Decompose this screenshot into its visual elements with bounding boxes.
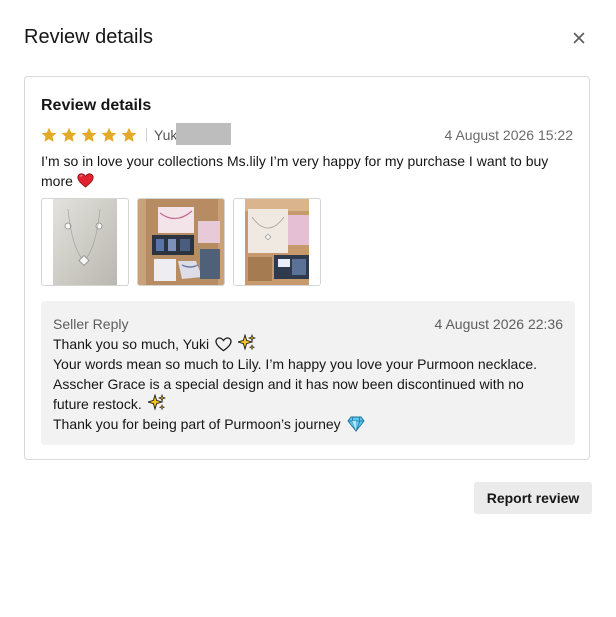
package-box-photo bbox=[138, 199, 224, 285]
close-icon bbox=[573, 32, 585, 44]
sparkles-icon bbox=[147, 394, 166, 411]
report-review-button[interactable]: Report review bbox=[474, 482, 592, 514]
seller-reply-line: Thank you for being part of Purmoon’s jo… bbox=[53, 414, 558, 434]
modal-title: Review details bbox=[24, 26, 153, 48]
review-photo-thumbnail[interactable] bbox=[41, 198, 129, 286]
star-icon bbox=[61, 127, 77, 142]
close-button[interactable] bbox=[569, 28, 589, 48]
seller-reply: Seller Reply 4 August 2026 22:36 Thank y… bbox=[41, 301, 575, 445]
necklace-box-photo bbox=[234, 199, 320, 285]
review-photo-thumbnail[interactable] bbox=[233, 198, 321, 286]
heart-outline-icon bbox=[215, 337, 232, 352]
seller-reply-line: Asscher Grace is a special design and it… bbox=[53, 374, 558, 414]
star-rating bbox=[41, 127, 137, 143]
review-card: Review details Yuk 4 August 2026 15:22 I… bbox=[24, 76, 590, 460]
star-icon bbox=[121, 127, 137, 142]
review-photo-thumbnail[interactable] bbox=[137, 198, 225, 286]
star-icon bbox=[81, 127, 97, 142]
reviewer-name: Yuk bbox=[154, 127, 178, 143]
review-date: 4 August 2026 15:22 bbox=[444, 127, 573, 143]
seller-reply-text: Thank you so much, Yuki bbox=[53, 336, 210, 352]
sparkles-icon bbox=[237, 334, 256, 351]
seller-reply-text: Asscher Grace is a special design and it… bbox=[53, 376, 524, 412]
review-photos bbox=[41, 198, 321, 286]
divider bbox=[146, 128, 147, 142]
seller-reply-line: Your words mean so much to Lily. I’m hap… bbox=[53, 356, 538, 372]
heart-icon bbox=[77, 173, 94, 188]
seller-reply-label: Seller Reply bbox=[53, 316, 129, 332]
review-text: I’m so in love your collections Ms.lily … bbox=[41, 151, 571, 191]
star-icon bbox=[101, 127, 117, 142]
gem-icon bbox=[347, 416, 365, 432]
seller-reply-text: Thank you for being part of Purmoon’s jo… bbox=[53, 416, 341, 432]
card-title: Review details bbox=[41, 97, 152, 114]
seller-reply-body: Thank you so much, Yuki Your words mean … bbox=[53, 334, 558, 434]
seller-reply-line: Thank you so much, Yuki bbox=[53, 334, 558, 354]
review-body: I’m so in love your collections Ms.lily … bbox=[41, 153, 549, 189]
necklace-earrings-photo bbox=[53, 199, 117, 285]
seller-reply-date: 4 August 2026 22:36 bbox=[434, 316, 563, 332]
star-icon bbox=[41, 127, 57, 142]
redacted-name-block bbox=[176, 123, 231, 145]
